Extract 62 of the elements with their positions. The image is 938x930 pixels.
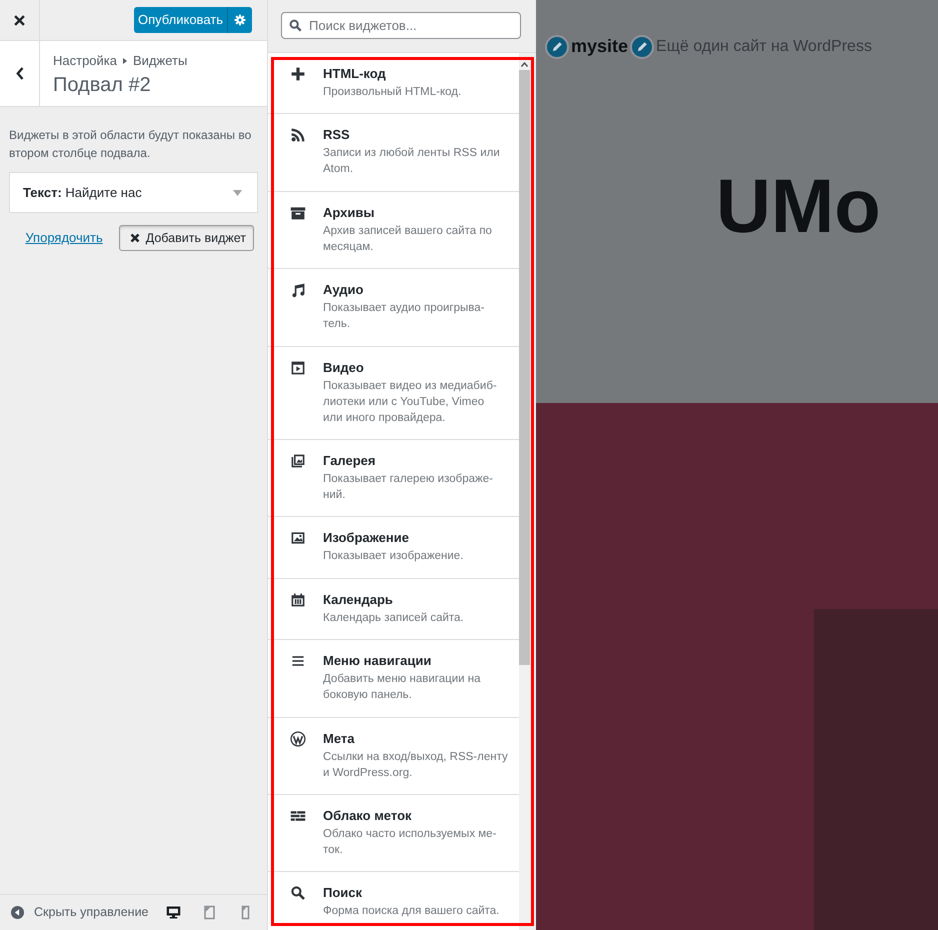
widget-type-title: Календарь bbox=[323, 590, 394, 609]
publish-button[interactable]: Опубликовать bbox=[134, 7, 227, 33]
widget-type-description: Добавить меню навигации на боковую панель. bbox=[323, 672, 480, 704]
add-widget-button[interactable]: Добавить виджет bbox=[118, 225, 254, 251]
rss-icon bbox=[290, 127, 306, 144]
pencil-icon bbox=[552, 41, 562, 52]
widget-type-description: Ссылки на вход/выход, RSS-ленту и WordPress.org. bbox=[323, 750, 508, 781]
search-icon bbox=[290, 885, 306, 902]
breadcrumb-arrow-icon bbox=[123, 58, 127, 64]
collapse-button[interactable]: Скрыть управление bbox=[11, 903, 149, 922]
widget-type-description: Записи из любой ленты RSS или Atom. bbox=[323, 146, 500, 178]
image-icon bbox=[290, 530, 306, 546]
widget-type-title: Мета bbox=[323, 730, 356, 748]
close-icon bbox=[130, 233, 140, 243]
widget-type-title: RSS bbox=[323, 126, 351, 144]
plus-icon bbox=[290, 66, 306, 82]
pencil-icon bbox=[636, 41, 648, 52]
widget-title: Текст: Найдите нас bbox=[23, 184, 142, 202]
widget-type-title: Архивы bbox=[323, 204, 376, 222]
widget-type-description: Облако часто используемых ме- ток. bbox=[323, 826, 496, 858]
area-description: Виджеты в этой области будут показаны во втором столбце подвала. bbox=[9, 127, 252, 162]
widget-type-description: Произвольный HTML-код. bbox=[323, 85, 462, 100]
widget-type-title: Поиск bbox=[323, 884, 364, 902]
edit-shortcut-button[interactable] bbox=[630, 34, 654, 58]
widget-type-title: Галерея bbox=[323, 452, 377, 470]
publish-settings-button[interactable] bbox=[227, 7, 252, 33]
breadcrumb-text: Виджеты bbox=[133, 52, 188, 70]
tablet-icon bbox=[202, 905, 216, 920]
desktop-icon bbox=[166, 905, 180, 920]
widget-type-description: Показывает аудио проигрыва- тель. bbox=[323, 301, 484, 332]
gear-icon bbox=[234, 14, 246, 26]
calendar-icon bbox=[290, 592, 306, 608]
archive-box-icon bbox=[290, 204, 306, 221]
widget-type-description: Показывает изображение. bbox=[323, 549, 464, 564]
search-field[interactable]: Поиск виджетов... bbox=[281, 12, 521, 39]
widget-type-title: Меню навигации bbox=[323, 652, 432, 670]
video-icon bbox=[290, 360, 306, 376]
stacked-images-icon bbox=[290, 452, 306, 469]
widget-type-description: Архив записей вашего сайта по месяцам. bbox=[323, 224, 492, 255]
site-tagline: Ещё один сайт на WordPress bbox=[656, 36, 872, 56]
widget-type-title: Аудио bbox=[323, 281, 364, 300]
breadcrumb-text: Настройка bbox=[53, 52, 117, 70]
site-title[interactable]: mysite bbox=[571, 33, 628, 60]
widget-type-description: Календарь записей сайта. bbox=[323, 610, 464, 626]
widget-type-title: HTML-код bbox=[323, 65, 387, 83]
widget-type-title: Изображение bbox=[323, 529, 410, 548]
widget-control[interactable]: Текст: Найдите нас bbox=[9, 172, 258, 213]
widget-type-title: Облако меток bbox=[323, 806, 413, 825]
scrollbar-thumb[interactable] bbox=[519, 70, 530, 665]
search-icon bbox=[289, 19, 302, 32]
music-note-icon bbox=[290, 282, 306, 298]
reorder-link[interactable]: Упорядочить bbox=[25, 228, 103, 248]
widget-type-description: Показывает видео из медиабиб- лиотеки или с YouTube, Vimeo или иного провайдера. bbox=[323, 378, 497, 426]
widget-type-description: Форма поиска для вашего сайта. bbox=[323, 904, 500, 920]
site-heading: UMo bbox=[716, 169, 882, 245]
scroll-up-icon[interactable] bbox=[521, 62, 528, 67]
close-icon bbox=[14, 14, 25, 26]
edit-shortcut-button[interactable] bbox=[545, 34, 569, 58]
section-title: Подвал #2 bbox=[53, 73, 152, 98]
logo-icon bbox=[290, 730, 306, 747]
widget-type-title: Видео bbox=[323, 358, 365, 377]
widget-type-description: Показывает галерею изображе- ний. bbox=[323, 472, 493, 503]
